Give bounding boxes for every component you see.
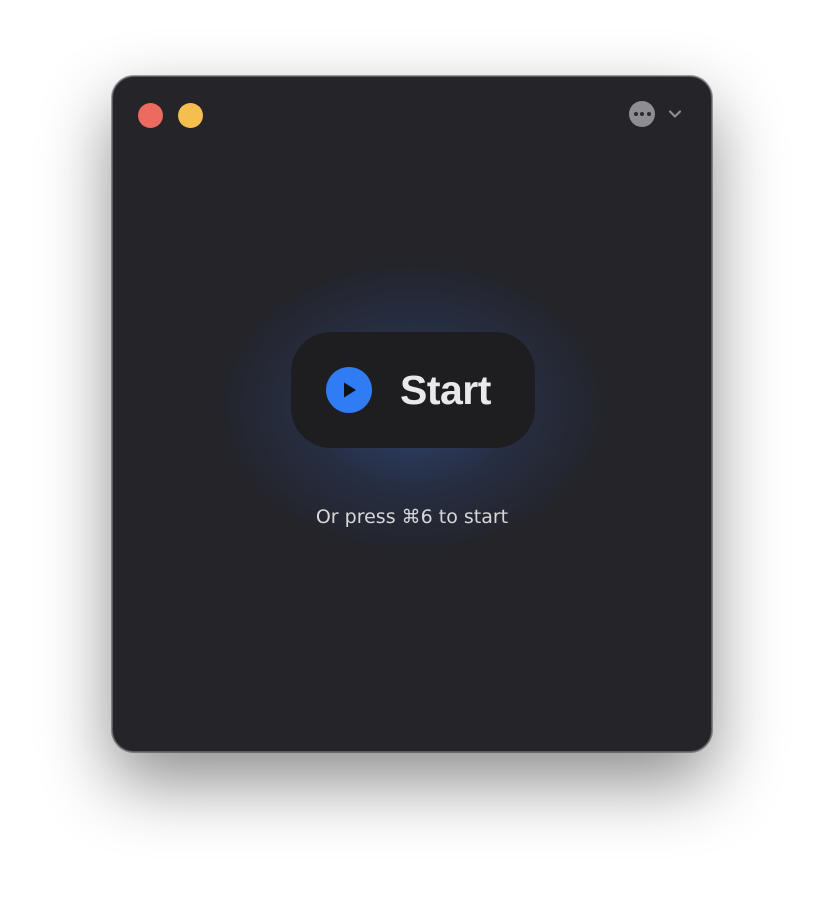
start-button[interactable]: Start (291, 332, 535, 448)
start-label: Start (400, 366, 491, 413)
minimize-button[interactable] (178, 103, 203, 128)
app-window: Start Or press ⌘6 to start (112, 76, 712, 752)
chevron-down-icon (667, 106, 683, 122)
ellipsis-circle-icon (629, 101, 655, 127)
more-menu-button[interactable] (629, 101, 683, 127)
play-icon (326, 367, 372, 413)
close-button[interactable] (138, 103, 163, 128)
shortcut-hint: Or press ⌘6 to start (315, 506, 509, 528)
